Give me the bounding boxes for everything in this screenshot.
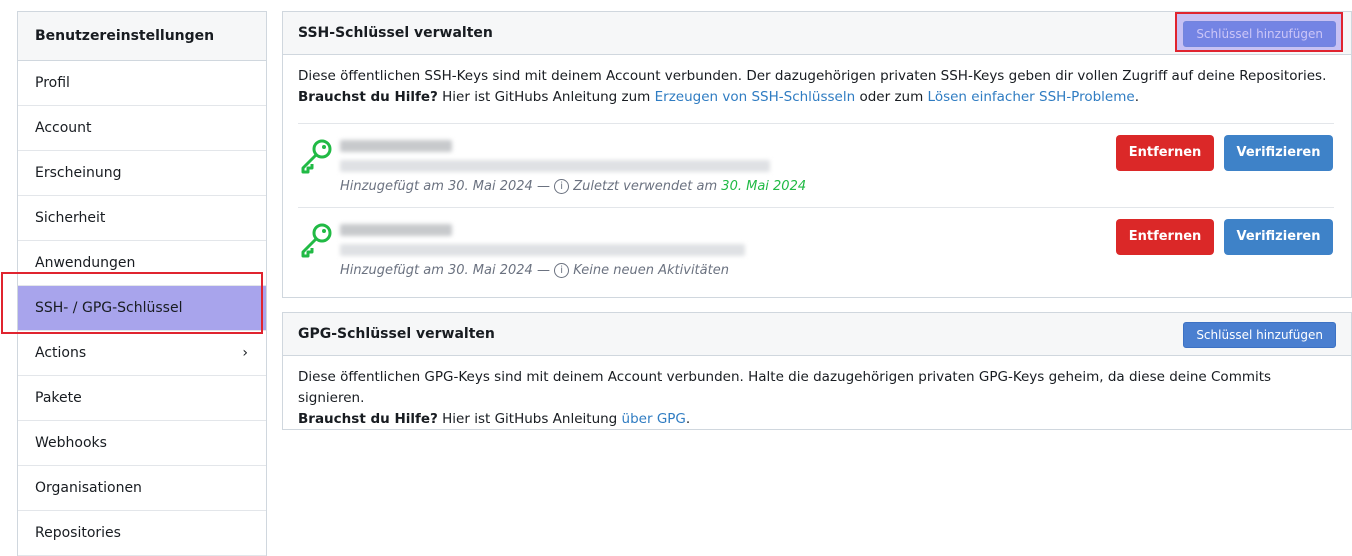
link-generate-ssh[interactable]: Erzeugen von SSH-Schlüsseln — [655, 89, 856, 105]
sidebar-item-webhooks[interactable]: Webhooks — [18, 421, 266, 466]
info-icon: i — [554, 179, 570, 194]
redacted-key-name — [340, 224, 452, 236]
added-date: Hinzugefügt am 30. Mai 2024 — — [340, 263, 550, 278]
redacted-key-name — [340, 140, 452, 152]
help-text-end: . — [685, 411, 691, 427]
sidebar-item-label: Actions — [35, 345, 87, 361]
sidebar-item-profil[interactable]: Profil — [18, 61, 266, 106]
ssh-desc-line: Diese öffentlichen SSH-Keys sind mit dei… — [298, 68, 1327, 84]
help-bold: Brauchst du Hilfe? — [298, 89, 438, 105]
remove-key-button[interactable]: Entfernen — [1116, 135, 1214, 171]
key-icon — [301, 139, 332, 174]
ssh-panel-header: SSH-Schlüssel verwalten Schlüssel hinzuf… — [283, 12, 1351, 55]
ssh-key-row: Hinzugefügt am 30. Mai 2024 — i Zuletzt … — [298, 123, 1334, 208]
gpg-description: Diese öffentlichen GPG-Keys sind mit dei… — [283, 356, 1351, 430]
help-text-mid: oder zum — [855, 89, 928, 105]
chevron-right-icon: › — [242, 345, 248, 361]
help-text: Hier ist GitHubs Anleitung zum — [437, 89, 655, 105]
link-ssh-troubleshoot[interactable]: Lösen einfacher SSH-Probleme — [928, 89, 1135, 105]
ssh-keys-panel: SSH-Schlüssel verwalten Schlüssel hinzuf… — [282, 11, 1352, 298]
sidebar-item-ssh-gpg[interactable]: SSH- / GPG-Schlüssel — [18, 286, 266, 331]
ssh-add-key-button[interactable]: Schlüssel hinzufügen — [1183, 21, 1336, 47]
sidebar-item-organisationen[interactable]: Organisationen — [18, 466, 266, 511]
info-icon: i — [554, 263, 570, 278]
ssh-key-meta: Hinzugefügt am 30. Mai 2024 — i Keine ne… — [340, 263, 729, 278]
help-bold: Brauchst du Hilfe? — [298, 411, 438, 427]
verify-key-button[interactable]: Verifizieren — [1224, 219, 1333, 255]
added-date: Hinzugefügt am 30. Mai 2024 — — [340, 179, 550, 194]
ssh-description: Diese öffentlichen SSH-Keys sind mit dei… — [283, 55, 1351, 108]
sidebar-item-sicherheit[interactable]: Sicherheit — [18, 196, 266, 241]
redacted-fingerprint — [340, 244, 745, 256]
ssh-key-meta: Hinzugefügt am 30. Mai 2024 — i Zuletzt … — [340, 179, 806, 194]
key-icon — [301, 223, 332, 258]
sidebar-item-account[interactable]: Account — [18, 106, 266, 151]
sidebar-item-anwendungen[interactable]: Anwendungen — [18, 241, 266, 286]
ssh-help-line: Brauchst du Hilfe? Hier ist GitHubs Anle… — [298, 87, 1336, 108]
settings-sidebar: Benutzereinstellungen Profil Account Ers… — [17, 11, 267, 556]
sidebar-title: Benutzereinstellungen — [18, 12, 266, 61]
sidebar-item-actions[interactable]: Actions › — [18, 331, 266, 376]
gpg-keys-panel: GPG-Schlüssel verwalten Schlüssel hinzuf… — [282, 312, 1352, 430]
activity-date: 30. Mai 2024 — [721, 179, 807, 194]
ssh-key-row: Hinzugefügt am 30. Mai 2024 — i Keine ne… — [298, 207, 1334, 286]
gpg-panel-header: GPG-Schlüssel verwalten Schlüssel hinzuf… — [283, 313, 1351, 356]
help-text-end: . — [1134, 89, 1139, 105]
gpg-desc-line: Diese öffentlichen GPG-Keys sind mit dei… — [298, 369, 1272, 406]
gpg-panel-title: GPG-Schlüssel verwalten — [298, 326, 495, 342]
redacted-fingerprint — [340, 160, 770, 172]
sidebar-item-erscheinung[interactable]: Erscheinung — [18, 151, 266, 196]
ssh-panel-title: SSH-Schlüssel verwalten — [298, 25, 493, 41]
activity-text: Zuletzt verwendet am — [573, 179, 718, 194]
sidebar-item-repositories[interactable]: Repositories — [18, 511, 266, 556]
link-about-gpg[interactable]: über GPG — [622, 411, 686, 427]
activity-text: Keine neuen Aktivitäten — [573, 263, 729, 278]
sidebar-item-pakete[interactable]: Pakete — [18, 376, 266, 421]
help-text: Hier ist GitHubs Anleitung — [437, 411, 622, 427]
remove-key-button[interactable]: Entfernen — [1116, 219, 1214, 255]
verify-key-button[interactable]: Verifizieren — [1224, 135, 1333, 171]
gpg-help-line: Brauchst du Hilfe? Hier ist GitHubs Anle… — [298, 409, 1336, 430]
gpg-add-key-button[interactable]: Schlüssel hinzufügen — [1183, 322, 1336, 348]
